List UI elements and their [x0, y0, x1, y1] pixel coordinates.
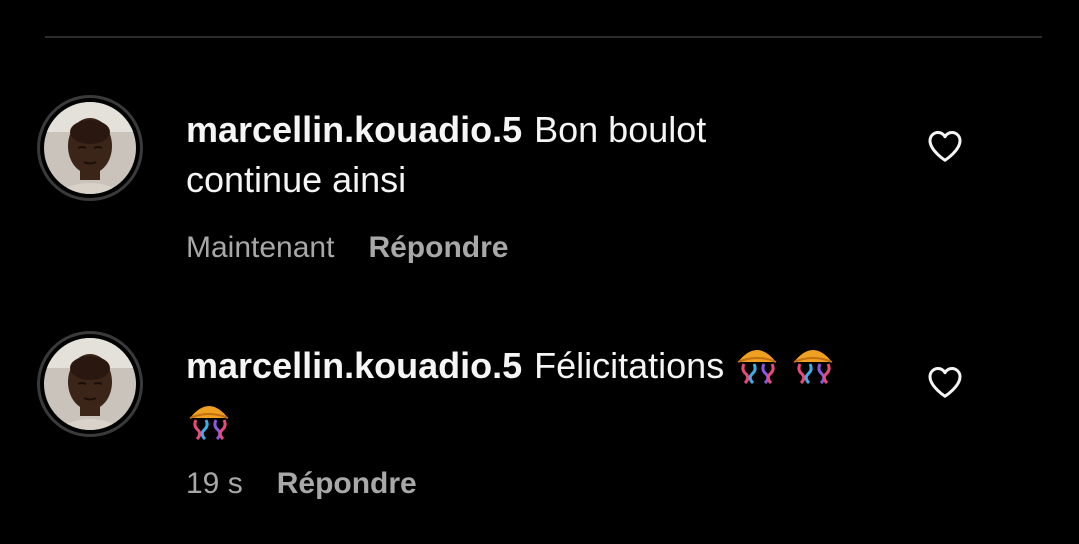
profile-photo-icon — [44, 338, 136, 430]
top-divider — [45, 36, 1042, 38]
reply-button[interactable]: Répondre — [277, 467, 417, 500]
avatar[interactable] — [37, 331, 143, 437]
comment-meta: 19 s Répondre — [186, 466, 417, 502]
reply-button[interactable]: Répondre — [368, 231, 508, 264]
heart-outline-icon[interactable] — [927, 129, 963, 163]
heart-outline-icon[interactable] — [927, 365, 963, 399]
comment-text: marcellin.kouadio.5 Bon boulot continue a… — [186, 105, 886, 205]
comment-timestamp: Maintenant — [186, 231, 335, 264]
comment-username[interactable]: marcellin.kouadio.5 — [186, 345, 522, 386]
comment-body: Félicitations — [534, 345, 725, 386]
comment-timestamp: 19 s — [186, 467, 243, 500]
comment-body-line2: continue ainsi — [186, 159, 407, 200]
comment-username[interactable]: marcellin.kouadio.5 — [186, 109, 522, 150]
confetti-ball-emoji — [790, 344, 836, 397]
confetti-ball-emoji — [186, 400, 232, 453]
comment-text: marcellin.kouadio.5 Félicitations — [186, 341, 886, 453]
avatar-inner — [40, 98, 140, 198]
avatar-inner — [40, 334, 140, 434]
avatar[interactable] — [37, 95, 143, 201]
confetti-ball-emoji — [734, 344, 780, 397]
profile-photo-icon — [44, 102, 136, 194]
comment-meta: Maintenant Répondre — [186, 230, 508, 266]
comment-body-line1: Bon boulot — [534, 109, 707, 150]
